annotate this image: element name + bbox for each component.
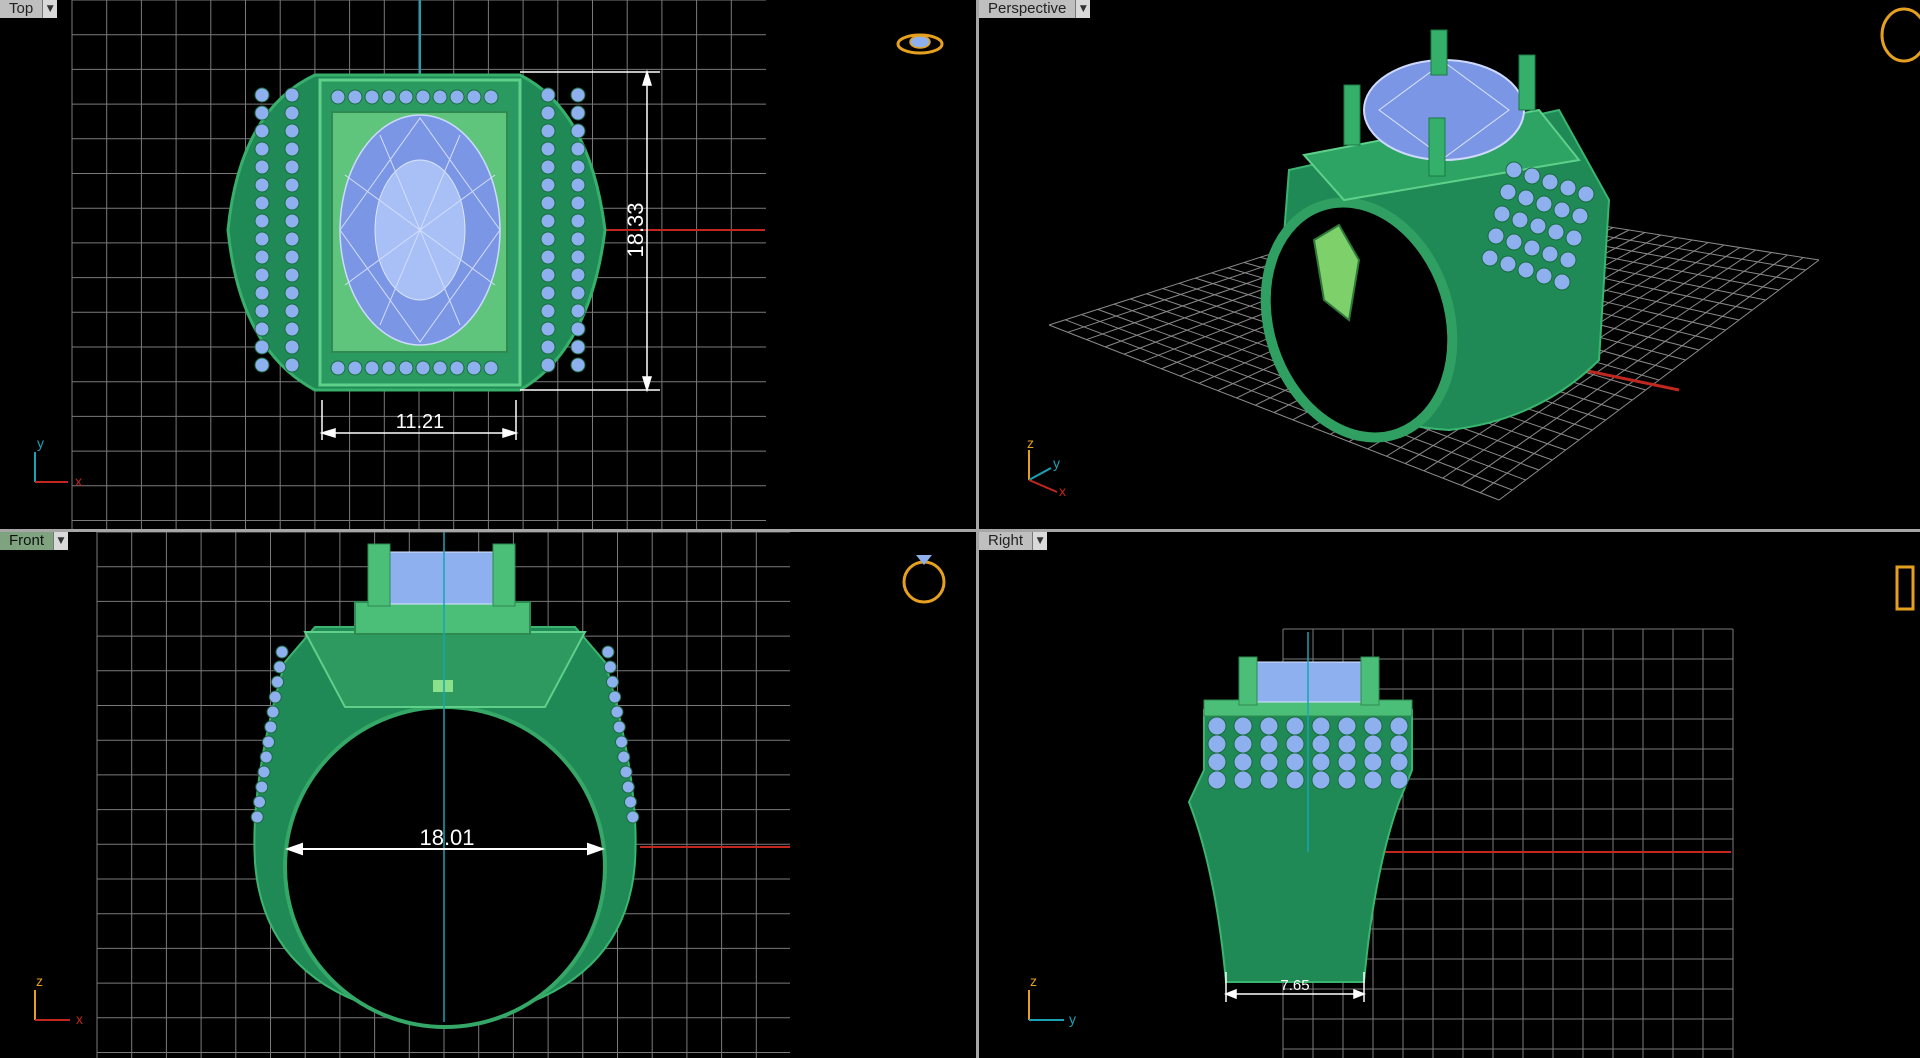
viewport-label: Front	[0, 532, 54, 550]
front-view-canvas[interactable]: 18.01 z x	[0, 532, 976, 1058]
right-view-canvas[interactable]: 7.65 z y	[979, 532, 1920, 1058]
dimension-height-label: 18.33	[623, 202, 648, 257]
dimension-shank-label: 7.65	[1280, 977, 1309, 994]
viewport-tab-top[interactable]: Top ▼	[0, 0, 58, 18]
viewport-top[interactable]: Top ▼ 11.21 18.33 y x	[0, 0, 976, 529]
viewport-front[interactable]: Front ▼ 18.01 z x	[0, 532, 976, 1058]
axis-label: y	[1053, 455, 1060, 471]
viewport-perspective[interactable]: Perspective ▼ z y x	[979, 0, 1920, 529]
viewport-label: Perspective	[979, 0, 1076, 18]
dimension-inner-label: 18.01	[419, 825, 474, 850]
axis-gizmo	[34, 452, 68, 483]
ring-front-model	[250, 543, 640, 1029]
ring-icon	[1895, 565, 1915, 611]
chevron-down-icon[interactable]: ▼	[53, 532, 69, 550]
axis-label: z	[1030, 973, 1037, 989]
ring-perspective-model	[1260, 29, 1611, 443]
top-view-canvas[interactable]: 11.21 18.33 y x	[0, 0, 976, 529]
axis-gizmo	[34, 990, 70, 1021]
ring-icon	[1880, 7, 1920, 63]
viewport-tab-perspective[interactable]: Perspective ▼	[979, 0, 1091, 18]
axis-label: y	[37, 435, 44, 451]
viewport-tab-right[interactable]: Right ▼	[979, 532, 1048, 550]
dimension-width-label: 11.21	[396, 411, 445, 433]
perspective-canvas[interactable]: z y x	[979, 0, 1920, 529]
ring-right-model	[1187, 656, 1413, 983]
axis-gizmo	[1028, 990, 1064, 1021]
axis-label: y	[1069, 1011, 1076, 1027]
ring-top-model	[226, 73, 607, 392]
axis-label: x	[1059, 483, 1066, 499]
axis-label: z	[1027, 435, 1034, 451]
axis-label: z	[36, 973, 43, 989]
ring-icon	[902, 555, 946, 604]
viewport-tab-front[interactable]: Front ▼	[0, 532, 69, 550]
axis-label: x	[76, 1011, 83, 1027]
viewport-label: Right	[979, 532, 1033, 550]
chevron-down-icon[interactable]: ▼	[1032, 532, 1048, 550]
viewport-right[interactable]: Right ▼ 7.65 z y	[979, 532, 1920, 1058]
axis-label: x	[75, 473, 82, 489]
viewport-divider-horizontal[interactable]	[0, 529, 1920, 532]
ring-icon	[896, 33, 944, 55]
chevron-down-icon[interactable]: ▼	[1075, 0, 1091, 18]
chevron-down-icon[interactable]: ▼	[42, 0, 58, 18]
viewport-label: Top	[0, 0, 43, 18]
